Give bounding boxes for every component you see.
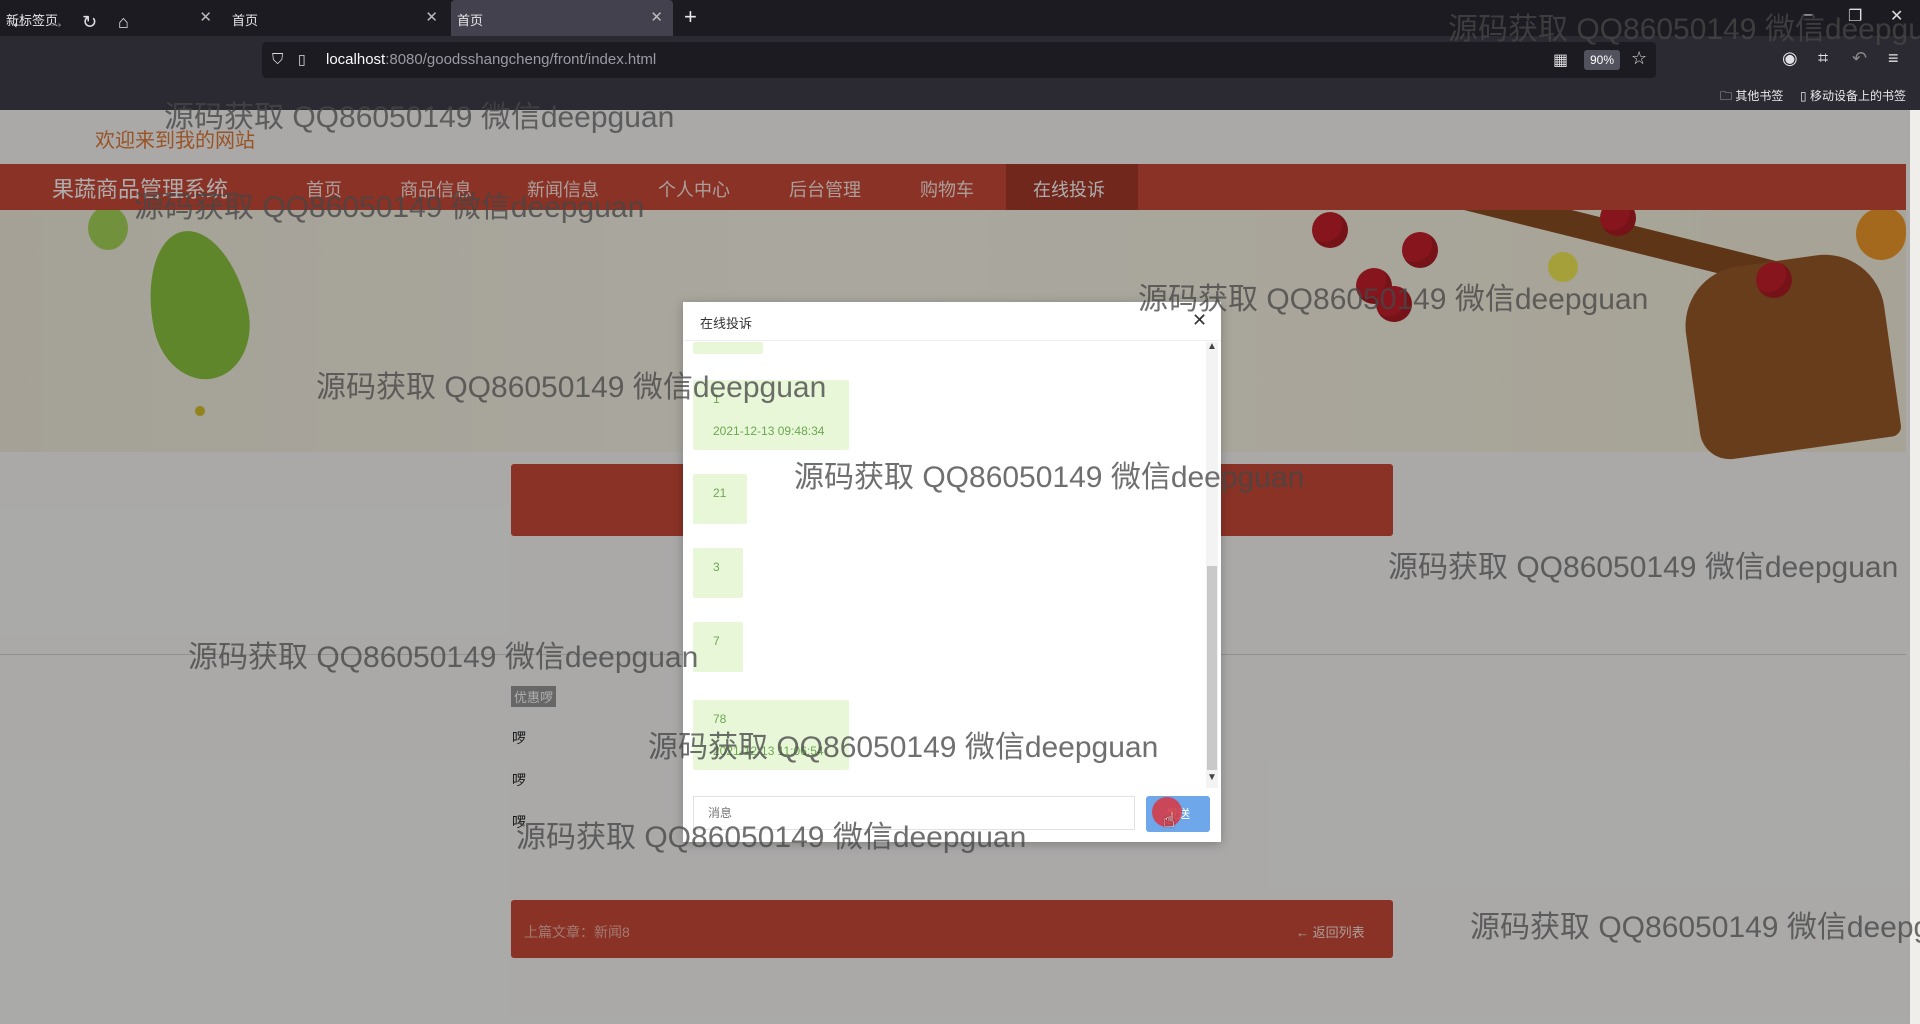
extension-icon[interactable]: ◉ (1782, 48, 1798, 69)
forward-arrow-icon[interactable]: → (47, 12, 65, 33)
close-window-icon[interactable]: ✕ (1890, 6, 1903, 26)
restore-window-icon[interactable]: ❐ (1848, 6, 1862, 26)
message-bubble-partial (693, 342, 763, 354)
browser-tab-active[interactable]: 首页 ✕ (451, 0, 673, 36)
scroll-up-icon[interactable]: ▲ (1207, 341, 1217, 352)
message-text: 1 (713, 392, 720, 406)
back-arrow-icon[interactable]: ← (10, 12, 28, 33)
message-text: 21 (713, 486, 727, 500)
message-bubble: 78 2021-12-13 11:06:54 (693, 700, 849, 770)
bookmark-label: 其他书签 (1735, 89, 1784, 103)
minimize-window-icon[interactable]: – (1804, 6, 1813, 24)
url-path: :8080/goodsshangcheng/front/index.html (385, 51, 657, 68)
reload-icon[interactable]: ↻ (82, 12, 97, 33)
scrollbar-thumb[interactable] (1207, 566, 1217, 770)
message-text: 78 (713, 712, 727, 726)
undo-icon[interactable]: ↶ (1852, 48, 1867, 69)
close-tab-icon[interactable]: ✕ (199, 8, 212, 26)
home-icon[interactable]: ⌂ (118, 12, 129, 33)
message-bubble: 1 2021-12-13 09:48:34 (693, 380, 849, 450)
hand-cursor-icon: ☝ (1163, 810, 1176, 832)
close-tab-icon[interactable]: ✕ (650, 8, 663, 26)
new-tab-plus-icon[interactable]: + (684, 4, 697, 30)
page-icon: ▯ (298, 51, 306, 67)
browser-tab[interactable]: 新标签页 ✕ (0, 0, 222, 36)
mobile-bookmarks-folder[interactable]: ▯ 移动设备上的书签 (1800, 87, 1906, 104)
message-text: 3 (713, 560, 720, 574)
zoom-level-badge[interactable]: 90% (1584, 50, 1621, 70)
url-host: localhost (326, 51, 386, 68)
other-bookmarks-folder[interactable]: 🗀 其他书签 (1720, 87, 1783, 108)
bookmark-label: 移动设备上的书签 (1809, 89, 1906, 103)
message-bubble: 3 (693, 548, 743, 598)
message-text: 7 (713, 634, 720, 648)
dialog-title: 在线投诉 (700, 316, 753, 331)
message-time: 2021-12-13 11:06:54 (713, 744, 824, 758)
tab-title: 首页 (457, 13, 484, 28)
message-bubble: 7 (693, 622, 743, 672)
message-bubble: 21 (693, 474, 747, 524)
close-icon[interactable]: ✕ (1192, 310, 1207, 331)
menu-hamburger-icon[interactable]: ≡ (1888, 48, 1899, 69)
browser-tab[interactable]: 首页 ✕ (226, 0, 448, 36)
dialog-divider (683, 340, 1221, 341)
url-text[interactable]: localhost:8080/goodsshangcheng/front/ind… (326, 51, 656, 68)
tab-title: 首页 (232, 13, 259, 28)
bookmark-star-icon[interactable]: ☆ (1631, 48, 1647, 69)
shield-icon[interactable]: ⛉ (272, 51, 283, 68)
scroll-down-icon[interactable]: ▼ (1207, 772, 1217, 783)
qr-code-icon[interactable]: ▦ (1553, 50, 1568, 70)
close-tab-icon[interactable]: ✕ (425, 8, 438, 26)
bookmarks-bar (0, 84, 1920, 110)
message-input[interactable] (693, 796, 1135, 830)
message-time: 2021-12-13 09:48:34 (713, 424, 825, 438)
crop-screenshot-icon[interactable]: ⌗ (1818, 48, 1828, 69)
